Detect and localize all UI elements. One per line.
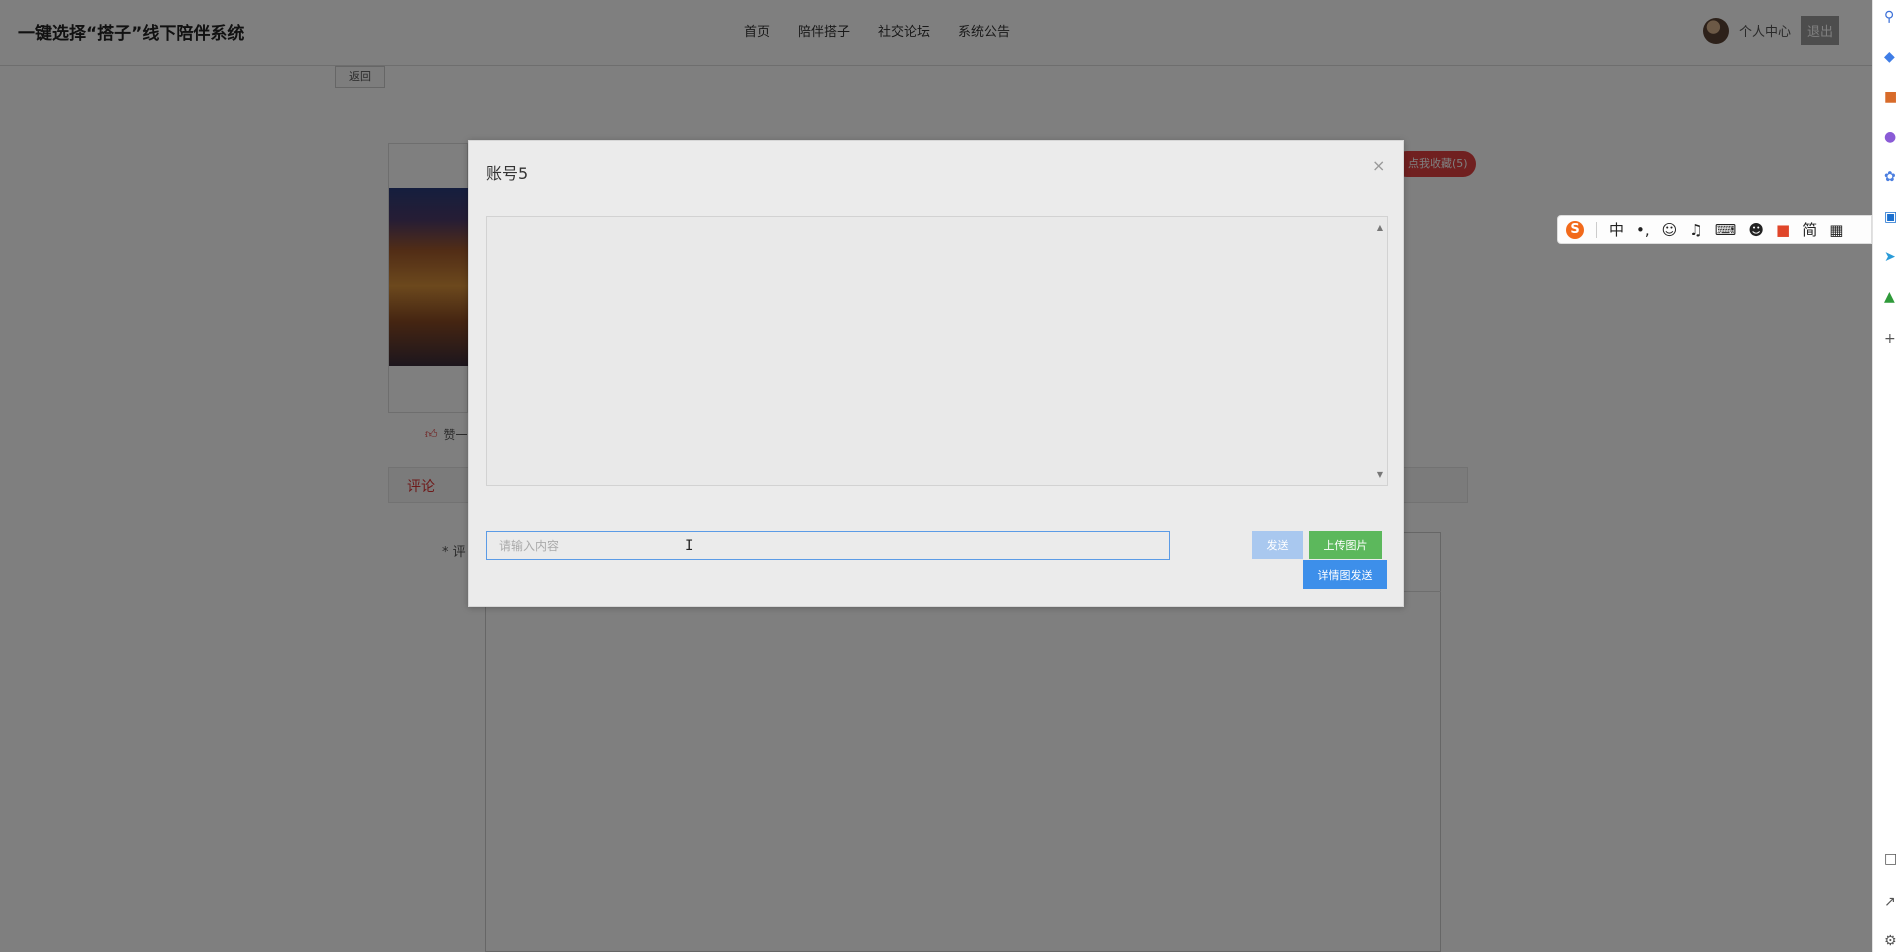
skin-icon[interactable]: ■ [1776,221,1790,239]
grid-menu-icon[interactable]: ▦ [1829,221,1843,239]
diamond-icon[interactable]: ◆ [1884,50,1898,64]
detail-image-send-button[interactable]: 详情图发送 [1303,560,1387,589]
text-cursor-icon: I [685,538,694,554]
upload-image-button[interactable]: 上传图片 [1309,531,1382,559]
send-button[interactable]: 发送 [1252,531,1303,559]
send-icon[interactable]: ➤ [1884,250,1898,264]
keyboard-icon[interactable]: ⌨ [1715,221,1737,239]
microphone-icon[interactable]: ♫ [1689,221,1702,239]
screenshot-icon[interactable]: □ [1884,852,1898,866]
close-icon[interactable]: × [1372,156,1385,175]
gear-icon[interactable]: ⚙ [1884,934,1898,948]
ime-simplified-toggle[interactable]: 简 [1802,219,1817,240]
ime-toolbar: S 中 •, ☺ ♫ ⌨ ☻ ■ 简 ▦ [1557,215,1872,244]
scroll-down-icon[interactable]: ▼ [1377,470,1383,479]
user-icon[interactable]: ☻ [1748,221,1764,239]
emoji-icon[interactable]: ☺ [1662,221,1678,239]
scroll-up-icon[interactable]: ▲ [1377,223,1383,232]
person-icon[interactable]: ● [1884,130,1898,144]
tree-icon[interactable]: ▲ [1884,290,1898,304]
chat-message-area[interactable]: ▲ ▼ [486,216,1388,486]
external-link-icon[interactable]: ↗ [1884,895,1898,909]
modal-title: 账号5 [486,164,529,183]
ime-mode-toggle[interactable]: 中 [1609,219,1624,240]
copilot-icon[interactable]: ✿ [1884,170,1898,184]
punctuation-icon[interactable]: •, [1636,221,1650,239]
ime-divider [1596,221,1597,238]
add-icon[interactable]: + [1884,332,1898,346]
chat-modal: 账号5 × ▲ ▼ I 发送 上传图片 详情图发送 [468,140,1404,607]
search-icon[interactable]: ⚲ [1884,10,1898,24]
outlook-icon[interactable]: ▣ [1884,210,1898,224]
message-input[interactable] [486,531,1170,560]
toolbox-icon[interactable]: ■ [1884,90,1898,104]
sogou-logo-icon[interactable]: S [1566,220,1584,239]
